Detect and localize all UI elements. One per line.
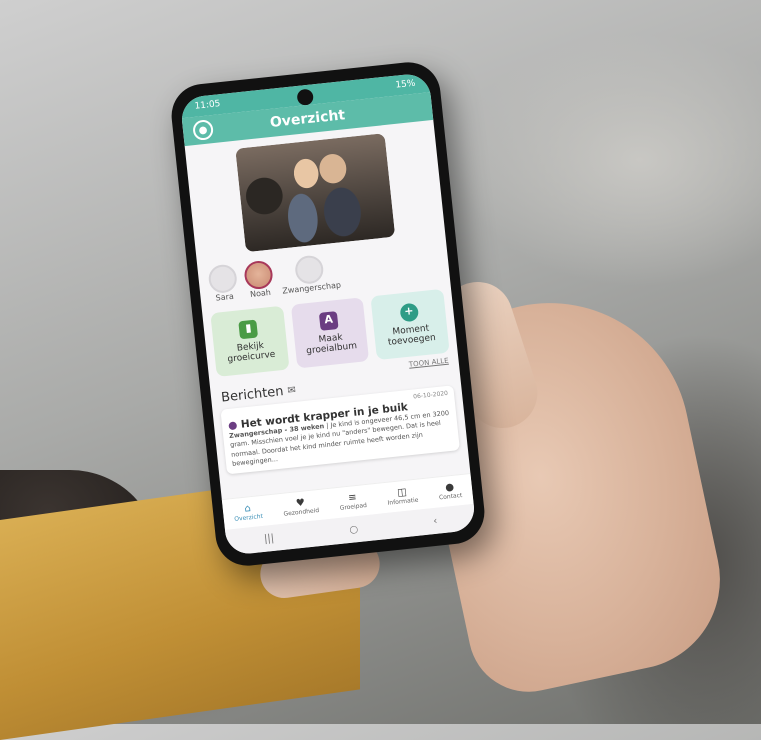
tab-label: Informatie [387,496,419,507]
back-icon[interactable]: ‹ [433,515,438,526]
avatar [294,254,326,286]
tab-contact[interactable]: ● Contact [438,481,463,502]
home-icon: ⌂ [243,503,252,515]
growth-curve-button[interactable]: ▮ Bekijk groeicurve [210,305,290,377]
tab-label: Contact [438,491,463,502]
home-button-icon[interactable]: ○ [349,524,359,536]
unread-dot-icon: ● [227,419,238,433]
recent-apps-icon[interactable]: ||| [263,532,274,544]
status-time: 11:05 [194,99,221,112]
ruler-icon: ▮ [238,319,259,339]
family-photo[interactable] [235,133,396,253]
growth-album-button[interactable]: A Maak groeialbum [290,297,370,369]
profile-label: Sara [215,291,235,303]
page-title: Overzicht [269,107,346,131]
tab-label: Gezondheid [283,507,320,518]
tab-gezondheid[interactable]: ♥ Gezondheid [282,496,320,518]
avatar [207,263,239,295]
action-label: groeicurve [227,349,276,365]
profile-sara[interactable]: Sara [207,263,239,303]
tab-overzicht[interactable]: ⌂ Overzicht [233,502,263,523]
status-battery: 15% [394,78,416,91]
tab-informatie[interactable]: ◫ Informatie [386,486,419,507]
action-label: groeialbum [305,341,358,357]
messages-heading: Berichten [220,384,285,406]
album-icon: A [318,310,339,331]
phone-screen: 11:05 15% ● Overzicht Sara Noah Zwangers… [179,72,477,556]
plus-icon: + [399,302,419,323]
tab-label: Overzicht [233,512,264,523]
add-moment-button[interactable]: + Moment toevoegen [370,288,450,361]
profile-zwangerschap[interactable]: Zwangerschap [279,253,341,296]
account-icon[interactable]: ● [192,119,215,142]
tab-label: Groeipad [339,501,368,512]
envelope-icon: ✉ [286,384,297,397]
avatar [243,259,274,291]
phone: 11:05 15% ● Overzicht Sara Noah Zwangers… [168,59,488,569]
tab-groeipad[interactable]: ≡ Groeipad [338,491,367,512]
profile-noah[interactable]: Noah [243,259,275,300]
